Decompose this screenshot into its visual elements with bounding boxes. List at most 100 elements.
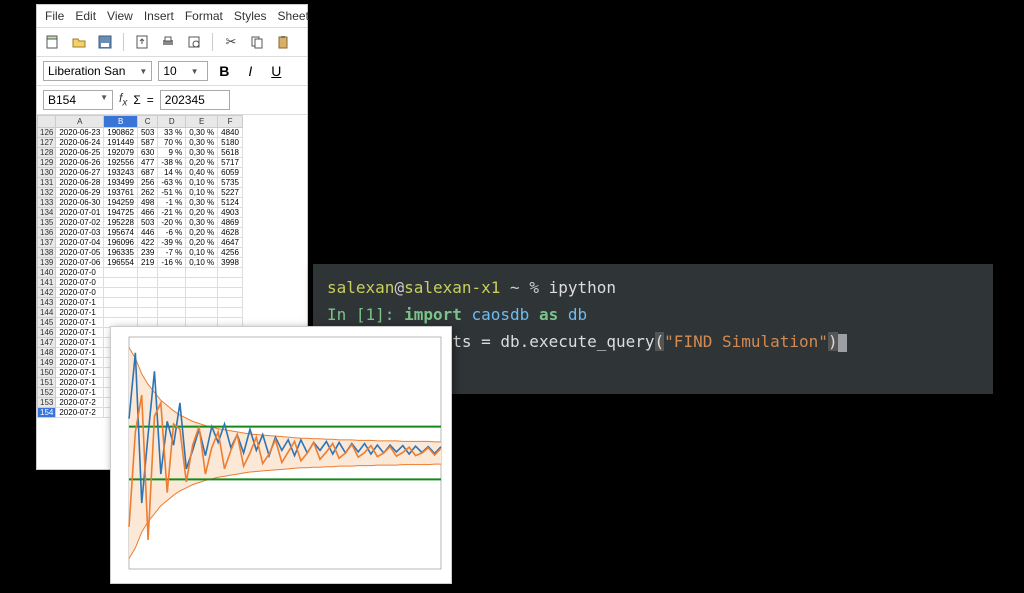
cell[interactable]: -6 %	[158, 228, 186, 238]
row-header[interactable]: 127	[38, 138, 56, 148]
cell[interactable]: 4869	[218, 218, 243, 228]
cell[interactable]: 446	[137, 228, 157, 238]
table-row[interactable]: 1312020-06-28193499256-63 %0,10 %5735	[38, 178, 243, 188]
row-header[interactable]: 149	[38, 358, 56, 368]
italic-button[interactable]: I	[240, 63, 260, 79]
cell[interactable]: 262	[137, 188, 157, 198]
cell[interactable]: 193499	[104, 178, 138, 188]
col-header-D[interactable]: D	[158, 116, 186, 128]
cell[interactable]: 2020-07-1	[56, 358, 104, 368]
table-row[interactable]: 1422020-07-0	[38, 288, 243, 298]
cell[interactable]: 4628	[218, 228, 243, 238]
bold-button[interactable]: B	[214, 63, 234, 79]
cell[interactable]: 2020-07-0	[56, 268, 104, 278]
row-header[interactable]: 140	[38, 268, 56, 278]
print-preview-icon[interactable]	[184, 32, 204, 52]
cell[interactable]: 2020-06-25	[56, 148, 104, 158]
cut-icon[interactable]: ✂	[221, 32, 241, 52]
row-header[interactable]: 151	[38, 378, 56, 388]
table-row[interactable]: 1362020-07-03195674446-6 %0,20 %4628	[38, 228, 243, 238]
cell[interactable]: 2020-07-1	[56, 298, 104, 308]
cell[interactable]: 2020-07-1	[56, 328, 104, 338]
row-header[interactable]: 147	[38, 338, 56, 348]
cell[interactable]: 4840	[218, 128, 243, 138]
cell[interactable]	[218, 298, 243, 308]
cell[interactable]: 3998	[218, 258, 243, 268]
name-box[interactable]: B154▼	[43, 90, 113, 110]
cell[interactable]	[158, 298, 186, 308]
cell[interactable]: 2020-07-04	[56, 238, 104, 248]
row-header[interactable]: 154	[38, 408, 56, 418]
cell[interactable]: -51 %	[158, 188, 186, 198]
cell[interactable]	[137, 288, 157, 298]
cell[interactable]	[104, 288, 138, 298]
cell[interactable]: 2020-07-2	[56, 408, 104, 418]
cell[interactable]: 193761	[104, 188, 138, 198]
table-row[interactable]: 1352020-07-02195228503-20 %0,30 %4869	[38, 218, 243, 228]
cell[interactable]	[137, 308, 157, 318]
cell[interactable]	[218, 268, 243, 278]
row-header[interactable]: 130	[38, 168, 56, 178]
cell[interactable]: 4903	[218, 208, 243, 218]
row-header[interactable]: 142	[38, 288, 56, 298]
cell[interactable]: 0,30 %	[186, 138, 218, 148]
cell[interactable]	[158, 288, 186, 298]
col-header-E[interactable]: E	[186, 116, 218, 128]
cell[interactable]: 0,30 %	[186, 148, 218, 158]
cell[interactable]: 2020-07-01	[56, 208, 104, 218]
table-row[interactable]: 1322020-06-29193761262-51 %0,10 %5227	[38, 188, 243, 198]
font-name-combo[interactable]: Liberation San▼	[43, 61, 152, 81]
cell[interactable]: 2020-07-1	[56, 318, 104, 328]
row-header[interactable]: 133	[38, 198, 56, 208]
table-row[interactable]: 1332020-06-30194259498-1 %0,30 %5124	[38, 198, 243, 208]
cell[interactable]: 2020-07-0	[56, 288, 104, 298]
cell[interactable]: 192556	[104, 158, 138, 168]
cell[interactable]: 2020-07-1	[56, 348, 104, 358]
table-row[interactable]: 1382020-07-05196335239-7 %0,10 %4256	[38, 248, 243, 258]
cell[interactable]	[186, 268, 218, 278]
cell[interactable]: 196096	[104, 238, 138, 248]
cell[interactable]: 190862	[104, 128, 138, 138]
cell[interactable]: 14 %	[158, 168, 186, 178]
cell[interactable]	[186, 288, 218, 298]
cell[interactable]	[137, 298, 157, 308]
cell[interactable]: 2020-07-1	[56, 368, 104, 378]
cell[interactable]: 256	[137, 178, 157, 188]
cell[interactable]: 2020-07-1	[56, 338, 104, 348]
row-header[interactable]: 138	[38, 248, 56, 258]
cell[interactable]: 2020-06-27	[56, 168, 104, 178]
table-row[interactable]: 1402020-07-0	[38, 268, 243, 278]
cell[interactable]: 196335	[104, 248, 138, 258]
cell[interactable]: 2020-07-03	[56, 228, 104, 238]
cell[interactable]: 0,10 %	[186, 258, 218, 268]
row-header[interactable]: 145	[38, 318, 56, 328]
row-header[interactable]: 129	[38, 158, 56, 168]
cell[interactable]: 2020-06-28	[56, 178, 104, 188]
cell[interactable]: -20 %	[158, 218, 186, 228]
cell[interactable]: 466	[137, 208, 157, 218]
row-header[interactable]: 134	[38, 208, 56, 218]
cell[interactable]: 9 %	[158, 148, 186, 158]
cell[interactable]: 5227	[218, 188, 243, 198]
col-header-A[interactable]: A	[56, 116, 104, 128]
menu-edit[interactable]: Edit	[75, 9, 96, 23]
cell[interactable]: 6059	[218, 168, 243, 178]
cell[interactable]	[104, 278, 138, 288]
cell[interactable]	[186, 278, 218, 288]
row-header[interactable]: 143	[38, 298, 56, 308]
cell[interactable]: 196554	[104, 258, 138, 268]
table-row[interactable]: 1392020-07-06196554219-16 %0,10 %3998	[38, 258, 243, 268]
cell[interactable]: 5180	[218, 138, 243, 148]
cell[interactable]: 195228	[104, 218, 138, 228]
print-icon[interactable]	[158, 32, 178, 52]
cell[interactable]	[186, 308, 218, 318]
cell[interactable]: 0,20 %	[186, 228, 218, 238]
row-header[interactable]: 139	[38, 258, 56, 268]
cell[interactable]: 2020-06-30	[56, 198, 104, 208]
cell[interactable]: 194259	[104, 198, 138, 208]
new-doc-icon[interactable]	[43, 32, 63, 52]
cell[interactable]: -7 %	[158, 248, 186, 258]
row-header[interactable]: 152	[38, 388, 56, 398]
cell[interactable]: -63 %	[158, 178, 186, 188]
menu-sheet[interactable]: Sheet	[278, 9, 309, 23]
